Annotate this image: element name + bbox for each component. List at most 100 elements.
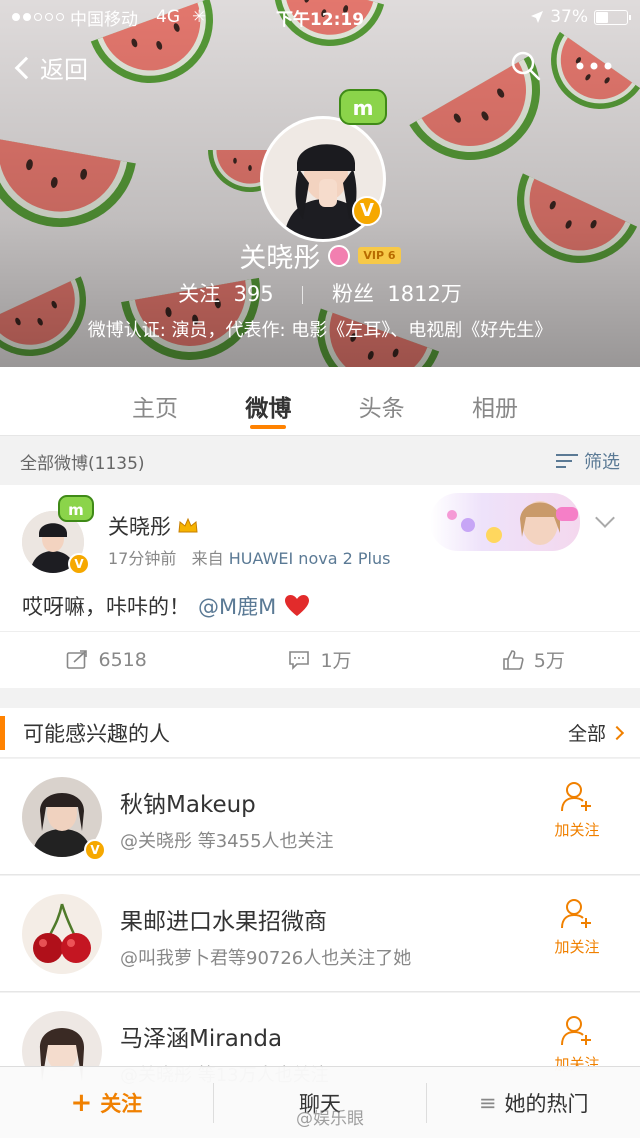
svg-text:m: m <box>68 501 84 519</box>
filter-label: 筛选 <box>584 452 620 473</box>
plus-icon: + <box>70 1087 93 1118</box>
comment-count: 1万 <box>320 650 352 672</box>
filter-row: 全部微博(1135) 筛选 <box>0 437 640 485</box>
recommended-user[interactable]: 果邮进口水果招微商 @叫我萝卜君等90726人也关注了她 加关注 <box>0 876 640 992</box>
back-button[interactable]: 返回 <box>14 50 88 85</box>
carrier-label: 中国移动 <box>70 9 138 30</box>
virgo-sticker-icon: m <box>58 495 94 522</box>
add-user-icon <box>561 899 591 929</box>
heart-icon <box>285 595 310 616</box>
more-icon[interactable] <box>572 52 616 80</box>
hot-posts-label: 她的热门 <box>504 1091 589 1116</box>
follow-button[interactable]: 加关注 <box>546 779 608 840</box>
follow-user-label: 关注 <box>100 1091 143 1116</box>
tab-home[interactable]: 主页 <box>110 367 200 435</box>
battery-percent: 37% <box>550 7 588 27</box>
virgo-sticker-icon: m <box>339 89 387 125</box>
follow-button[interactable]: 加关注 <box>546 896 608 957</box>
post-meta: 17分钟前 来自 HUAWEI nova 2 Plus <box>108 545 390 569</box>
filter-icon <box>556 452 578 470</box>
recommended-user[interactable]: V 秋钠Makeup @关晓彤 等3455人也关注 加关注 <box>0 759 640 875</box>
follow-label: 加关注 <box>554 938 600 956</box>
cherry-avatar-icon <box>22 894 102 974</box>
tab-weibo[interactable]: 微博 <box>223 367 313 435</box>
hot-posts-button[interactable]: ≡ 她的热门 <box>426 1082 640 1123</box>
user-avatar[interactable] <box>22 894 102 974</box>
post-menu-chevron-icon[interactable] <box>595 508 615 528</box>
comment-icon <box>289 650 310 670</box>
tab-label: 微博 <box>245 396 292 422</box>
post-time: 17分钟前 <box>108 549 177 568</box>
verified-badge-icon: V <box>68 553 90 575</box>
follow-label: 加关注 <box>554 821 600 839</box>
card-decoration <box>430 493 580 551</box>
recommend-all-button[interactable]: 全部 <box>567 719 625 746</box>
post-mention[interactable]: @M鹿M <box>198 591 276 621</box>
chevron-right-icon <box>609 725 625 740</box>
repost-icon <box>67 649 88 669</box>
active-tab-indicator <box>250 425 287 429</box>
recommend-header: 可能感兴趣的人 全部 <box>0 708 640 758</box>
filter-button[interactable]: 筛选 <box>556 448 620 474</box>
followers-stat[interactable]: 粉丝 1812万 <box>332 282 462 306</box>
recommend-all-label: 全部 <box>567 723 606 745</box>
back-label: 返回 <box>40 56 88 84</box>
all-weibo-count: 全部微博(1135) <box>20 453 145 474</box>
tab-label: 相册 <box>471 396 518 422</box>
status-bar: 中国移动 4G ✳ 下午12:19 37% <box>0 0 640 34</box>
followers-count: 1812万 <box>387 282 462 306</box>
weibo-post[interactable]: m V 关晓彤 17分钟前 来自 HUAWEI nova 2 Plus 哎呀嘛，… <box>0 485 640 688</box>
comment-button[interactable]: 1万 <box>213 632 426 687</box>
add-user-icon <box>561 1016 591 1046</box>
profile-tabs: 主页 微博 头条 相册 <box>0 367 640 436</box>
user-desc: @叫我萝卜君等90726人也关注了她 <box>120 948 412 969</box>
user-name[interactable]: 果邮进口水果招微商 <box>120 902 327 936</box>
thumbs-up-icon <box>502 649 524 670</box>
battery-icon <box>594 9 631 25</box>
like-button[interactable]: 5万 <box>427 632 640 687</box>
post-source[interactable]: HUAWEI nova 2 Plus <box>229 549 391 568</box>
post-author-name[interactable]: 关晓彤 <box>108 511 171 541</box>
vip-badge[interactable]: VIP 6 <box>358 247 401 264</box>
repost-count: 6518 <box>98 648 147 671</box>
post-source-prefix: 来自 <box>191 549 224 568</box>
crown-icon <box>178 517 198 533</box>
certification-text: 微博认证: 演员，代表作: 电影《左耳》、电视剧《好先生》 <box>87 320 553 341</box>
user-name[interactable]: 马泽涵Miranda <box>120 1019 282 1053</box>
menu-icon: ≡ <box>478 1090 497 1115</box>
section-accent-bar <box>0 715 5 750</box>
female-badge-icon <box>328 244 351 267</box>
tab-headlines[interactable]: 头条 <box>337 367 427 435</box>
location-icon <box>531 11 544 23</box>
profile-stats: 关注 395 粉丝 1812万 <box>0 278 640 308</box>
search-icon[interactable] <box>510 50 542 82</box>
tab-label: 主页 <box>132 396 178 422</box>
following-label: 关注 <box>178 282 221 306</box>
verified-badge-icon: V <box>84 839 106 861</box>
user-name[interactable]: 秋钠Makeup <box>120 785 256 819</box>
like-count: 5万 <box>533 650 565 672</box>
tab-label: 头条 <box>358 396 405 422</box>
tab-album[interactable]: 相册 <box>450 367 540 435</box>
following-count: 395 <box>233 282 274 306</box>
profile-name: 关晓彤 <box>239 243 321 274</box>
following-stat[interactable]: 关注 395 <box>178 282 280 306</box>
post-content: 哎呀嘛，咔咔的！ @M鹿M <box>22 591 310 621</box>
add-user-icon <box>561 782 591 812</box>
user-desc: @关晓彤 等3455人也关注 <box>120 831 334 852</box>
followers-label: 粉丝 <box>332 282 374 306</box>
signal-icon <box>12 13 64 21</box>
recommend-title: 可能感兴趣的人 <box>23 721 170 746</box>
network-label: 4G <box>156 7 180 27</box>
back-chevron-icon <box>14 56 38 79</box>
svg-text:m: m <box>353 96 374 120</box>
repost-button[interactable]: 6518 <box>0 632 213 687</box>
follow-user-button[interactable]: + 关注 <box>0 1083 213 1123</box>
post-text: 哎呀嘛，咔咔的！ <box>22 595 190 619</box>
post-actions: 6518 1万 5万 <box>0 631 640 687</box>
verified-badge-icon: V <box>352 196 382 226</box>
stats-divider <box>302 286 304 304</box>
loading-icon: ✳ <box>192 7 207 27</box>
watermark: @娱乐眼 <box>296 1109 364 1129</box>
follow-button[interactable]: 加关注 <box>546 1013 608 1074</box>
